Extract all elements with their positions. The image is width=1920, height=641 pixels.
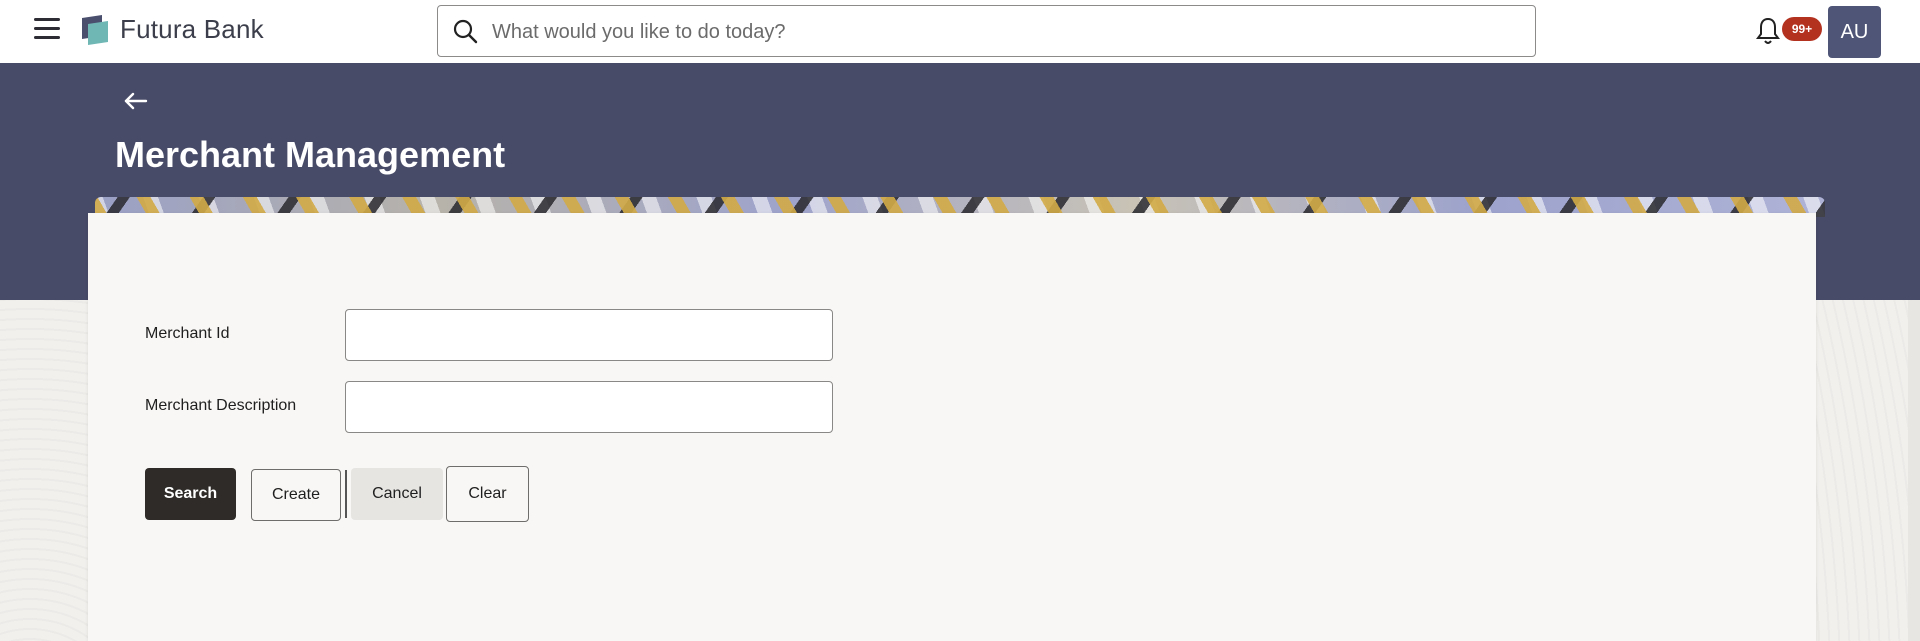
page-title: Merchant Management xyxy=(115,134,506,175)
merchant-description-label: Merchant Description xyxy=(145,397,297,414)
scrollbar-track[interactable] xyxy=(1908,300,1920,641)
merchant-id-field[interactable] xyxy=(345,309,833,361)
menu-icon[interactable] xyxy=(34,18,62,44)
back-arrow-icon[interactable] xyxy=(122,89,150,113)
create-button[interactable]: Create xyxy=(251,469,341,521)
button-divider xyxy=(345,470,347,518)
search-input[interactable] xyxy=(490,14,1524,50)
cancel-button[interactable]: Cancel xyxy=(351,468,443,520)
merchant-id-label: Merchant Id xyxy=(145,325,230,342)
clear-button[interactable]: Clear xyxy=(446,466,529,522)
search-button[interactable]: Search xyxy=(145,468,236,520)
merchant-description-field[interactable] xyxy=(345,381,833,433)
top-header: Futura Bank 99+ AU xyxy=(0,0,1920,64)
notification-badge: 99+ xyxy=(1782,17,1822,41)
bank-logo-icon xyxy=(82,15,108,45)
global-search[interactable] xyxy=(437,5,1536,57)
bell-icon[interactable] xyxy=(1755,16,1781,46)
brand-name: Futura Bank xyxy=(120,14,264,44)
user-avatar[interactable]: AU xyxy=(1828,6,1881,58)
search-icon xyxy=(453,19,478,44)
